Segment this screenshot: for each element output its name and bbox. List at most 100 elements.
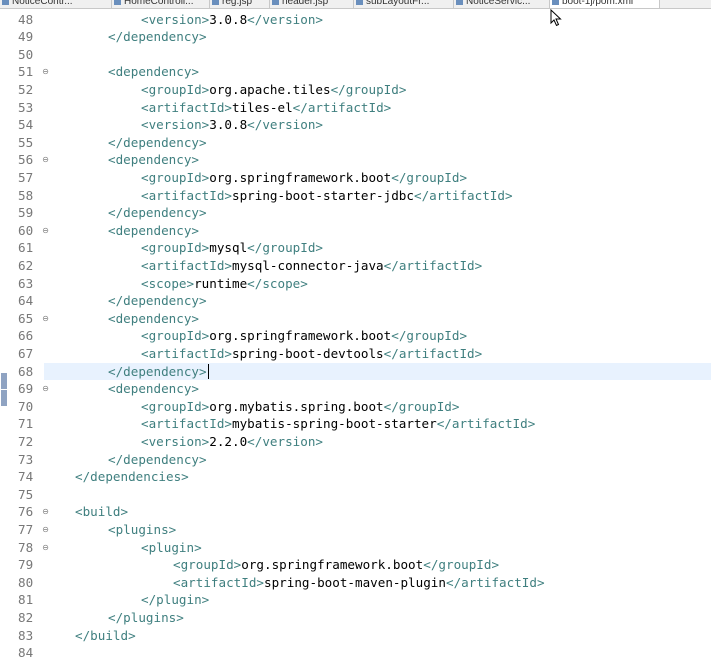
code-line[interactable]: </dependency> bbox=[44, 451, 711, 469]
line-number: 48 bbox=[18, 11, 34, 27]
code-line[interactable]: <dependency> bbox=[44, 151, 711, 169]
tab-3[interactable]: header.jsp bbox=[270, 0, 354, 8]
code-line[interactable]: <version>3.0.8</version> bbox=[44, 116, 711, 134]
xml-open-tag: <groupId> bbox=[173, 557, 242, 573]
xml-close-tag: </artifactId> bbox=[436, 416, 536, 432]
code-line[interactable]: </plugin> bbox=[44, 591, 711, 609]
code-line[interactable]: <dependency> bbox=[44, 63, 711, 81]
code-line[interactable]: </dependency> bbox=[44, 292, 711, 310]
xml-open-tag: <groupId> bbox=[141, 328, 210, 344]
line-number: 49 bbox=[18, 29, 34, 45]
code-line[interactable]: <groupId>mysql</groupId> bbox=[44, 239, 711, 257]
xml-text: runtime bbox=[194, 275, 248, 291]
code-line[interactable]: <groupId>org.apache.tiles</groupId> bbox=[44, 81, 711, 99]
xml-text: mysql-connector-java bbox=[232, 257, 384, 273]
xml-open-tag: <version> bbox=[141, 433, 210, 449]
xml-close-tag: </artifactId> bbox=[383, 345, 483, 361]
line-number: 66 bbox=[18, 328, 34, 344]
xml-text: 3.0.8 bbox=[209, 11, 248, 27]
code-line[interactable]: </dependency> bbox=[44, 362, 711, 381]
code-line[interactable]: </dependency> bbox=[44, 204, 711, 222]
code-line[interactable]: <scope>runtime</scope> bbox=[44, 275, 711, 293]
xml-text: mybatis-spring-boot-starter bbox=[232, 416, 437, 432]
line-number: 59 bbox=[18, 205, 34, 221]
tab-0[interactable]: NoticeContr... bbox=[0, 0, 112, 8]
code-line[interactable]: </dependency> bbox=[44, 134, 711, 152]
xml-close-tag: </dependency> bbox=[108, 363, 207, 379]
code-line[interactable]: <groupId>org.springframework.boot</group… bbox=[44, 556, 711, 574]
code-editor[interactable]: <version>3.0.8</version> </dependency> <de… bbox=[44, 9, 711, 660]
tab-label: HomeControll... bbox=[124, 0, 194, 7]
xml-open-tag: <version> bbox=[141, 117, 210, 133]
tab-6[interactable]: boot-1j/pom.xml bbox=[550, 0, 660, 8]
xml-close-tag: </dependency> bbox=[108, 29, 207, 45]
xml-close-tag: </dependencies> bbox=[75, 469, 189, 485]
code-line[interactable]: <artifactId>spring-boot-starter-jdbc</ar… bbox=[44, 187, 711, 205]
tab-1[interactable]: HomeControll... bbox=[112, 0, 210, 8]
code-line[interactable]: <dependency> bbox=[44, 222, 711, 240]
code-line[interactable]: <version>3.0.8</version> bbox=[44, 11, 711, 29]
line-number: 55 bbox=[18, 134, 34, 150]
overview-ruler bbox=[0, 9, 8, 660]
xml-open-tag: <dependency> bbox=[108, 310, 199, 326]
code-line[interactable] bbox=[44, 46, 711, 64]
code-line[interactable]: <artifactId>tiles-el</artifactId> bbox=[44, 99, 711, 117]
xml-close-tag: </version> bbox=[247, 433, 323, 449]
xml-close-tag: </dependency> bbox=[108, 293, 207, 309]
code-line[interactable]: <plugin> bbox=[44, 539, 711, 557]
line-number: 69 bbox=[18, 381, 34, 397]
xml-open-tag: <artifactId> bbox=[141, 416, 232, 432]
code-line[interactable]: </build> bbox=[44, 627, 711, 645]
xml-close-tag: </build> bbox=[75, 627, 136, 643]
xml-close-tag: </version> bbox=[247, 117, 323, 133]
code-line[interactable]: <groupId>org.mybatis.spring.boot</groupI… bbox=[44, 398, 711, 416]
tab-label: boot-1j/pom.xml bbox=[562, 0, 634, 7]
line-number: 76 bbox=[18, 504, 34, 520]
xml-open-tag: <artifactId> bbox=[173, 574, 264, 590]
tab-5[interactable]: NoticeServic... bbox=[454, 0, 550, 8]
code-line[interactable]: <artifactId>spring-boot-devtools</artifa… bbox=[44, 345, 711, 363]
code-line[interactable]: <build> bbox=[44, 503, 711, 521]
tab-4[interactable]: subLayoutFr... bbox=[354, 0, 454, 8]
code-line[interactable]: <dependency> bbox=[44, 310, 711, 328]
code-line[interactable]: <groupId>org.springframework.boot</group… bbox=[44, 327, 711, 345]
xml-text: mysql bbox=[209, 240, 248, 256]
code-line[interactable]: <artifactId>mybatis-spring-boot-starter<… bbox=[44, 415, 711, 433]
xml-close-tag: </scope> bbox=[247, 275, 308, 291]
code-line[interactable] bbox=[44, 644, 711, 660]
line-number: 57 bbox=[18, 169, 34, 185]
code-line[interactable]: </dependencies> bbox=[44, 468, 711, 486]
line-number: 71 bbox=[18, 416, 34, 432]
file-icon bbox=[356, 0, 363, 5]
code-line[interactable]: </plugins> bbox=[44, 609, 711, 627]
change-marker bbox=[1, 390, 7, 407]
line-number: 60 bbox=[18, 222, 34, 238]
line-number: 61 bbox=[18, 240, 34, 256]
line-number: 77 bbox=[18, 521, 34, 537]
tab-2[interactable]: reg.jsp bbox=[210, 0, 270, 8]
xml-text: tiles-el bbox=[232, 99, 293, 115]
code-line[interactable]: <plugins> bbox=[44, 521, 711, 539]
xml-close-tag: </groupId> bbox=[247, 240, 323, 256]
code-line[interactable]: <dependency> bbox=[44, 380, 711, 398]
line-number: 53 bbox=[18, 99, 34, 115]
code-line[interactable]: <version>2.2.0</version> bbox=[44, 433, 711, 451]
code-line[interactable]: <artifactId>spring-boot-maven-plugin</ar… bbox=[44, 574, 711, 592]
line-number: 79 bbox=[18, 557, 34, 573]
file-icon bbox=[114, 0, 121, 5]
code-line[interactable]: <artifactId>mysql-connector-java</artifa… bbox=[44, 257, 711, 275]
xml-open-tag: <artifactId> bbox=[141, 345, 232, 361]
code-line[interactable]: <groupId>org.springframework.boot</group… bbox=[44, 169, 711, 187]
xml-close-tag: </artifactId> bbox=[445, 574, 545, 590]
line-number: 84 bbox=[18, 645, 34, 661]
tab-label: subLayoutFr... bbox=[366, 0, 430, 7]
xml-close-tag: </version> bbox=[247, 11, 323, 27]
code-line[interactable]: </dependency> bbox=[44, 28, 711, 46]
line-number: 80 bbox=[18, 574, 34, 590]
line-number: 62 bbox=[18, 257, 34, 273]
xml-open-tag: <dependency> bbox=[108, 152, 199, 168]
xml-close-tag: </groupId> bbox=[391, 328, 468, 344]
code-line[interactable] bbox=[44, 486, 711, 504]
line-number: 56 bbox=[18, 152, 34, 168]
line-number: 83 bbox=[18, 627, 34, 643]
